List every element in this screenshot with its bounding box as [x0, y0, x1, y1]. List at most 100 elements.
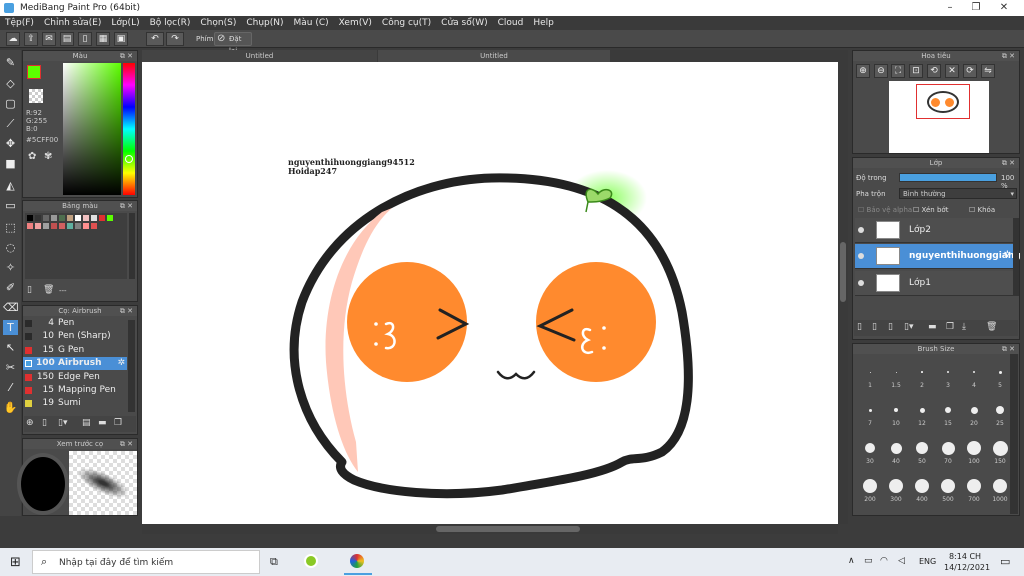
- palette-swatch[interactable]: [35, 215, 41, 221]
- opacity-slider[interactable]: [899, 173, 997, 182]
- palette-swatch[interactable]: [75, 215, 81, 221]
- brush-item[interactable]: 150 Edge Pen: [23, 371, 127, 384]
- zoom-in-icon[interactable]: ⊕: [856, 64, 870, 78]
- rotate-left-icon[interactable]: ⟲: [927, 64, 941, 78]
- notification-icon[interactable]: ▭: [1000, 555, 1010, 568]
- chat-icon[interactable]: ✉: [42, 32, 56, 46]
- tab-untitled-2[interactable]: Untitled: [378, 50, 610, 62]
- palette-swatch[interactable]: [43, 215, 49, 221]
- palette-swatch[interactable]: [67, 215, 73, 221]
- color-mix-icon[interactable]: ✾: [44, 151, 52, 162]
- navigator-thumbnail[interactable]: [889, 81, 989, 153]
- transparent-color-swatch[interactable]: [29, 89, 43, 103]
- brush-list-scrollbar[interactable]: [128, 320, 135, 412]
- bucket-tool-icon[interactable]: ◭: [3, 178, 18, 193]
- menu-file[interactable]: Tệp(F): [0, 16, 39, 30]
- windows-start-icon[interactable]: ⊞: [10, 555, 21, 570]
- flip-icon[interactable]: ⇋: [981, 64, 995, 78]
- divide-tool-icon[interactable]: ✂: [3, 360, 18, 375]
- canvas-horizontal-scrollbar[interactable]: [142, 524, 838, 534]
- layout-icon[interactable]: ▣: [114, 32, 128, 46]
- cloud-icon[interactable]: ☁: [6, 32, 20, 46]
- app-icon[interactable]: [304, 554, 318, 568]
- palette-icon[interactable]: ✿: [28, 151, 36, 162]
- panel-menu-icon[interactable]: ⧉ ✕: [120, 439, 133, 449]
- panel-menu-icon[interactable]: ⧉ ✕: [120, 51, 133, 61]
- palette-swatch[interactable]: [99, 215, 105, 221]
- brush-size-option[interactable]: 150: [988, 432, 1012, 468]
- brush-size-option[interactable]: 1.5: [884, 356, 908, 392]
- brush-size-option[interactable]: 4: [962, 356, 986, 392]
- operation-tool-icon[interactable]: ↖: [3, 340, 18, 355]
- hand-tool-icon[interactable]: ✋: [3, 400, 18, 415]
- duplicate-layer-icon[interactable]: ❐: [946, 322, 954, 332]
- brush-size-option[interactable]: 50: [910, 432, 934, 468]
- brush-size-option[interactable]: 25: [988, 394, 1012, 430]
- lasso-tool-icon[interactable]: ◌: [3, 240, 18, 255]
- palette-swatch[interactable]: [35, 223, 41, 229]
- blend-mode-select[interactable]: Bình thường ▾: [899, 188, 1017, 199]
- panel-menu-icon[interactable]: ⧉ ✕: [120, 306, 133, 316]
- brush-size-option[interactable]: 400: [910, 470, 934, 506]
- magic-wand-tool-icon[interactable]: ✧: [3, 260, 18, 275]
- brush-item[interactable]: 15 Mapping Pen: [23, 384, 127, 397]
- protect-alpha-checkbox[interactable]: ☐ Bảo vệ alpha: [858, 206, 912, 214]
- zoom-out-icon[interactable]: ⊖: [874, 64, 888, 78]
- brush-size-option[interactable]: 40: [884, 432, 908, 468]
- layer-list-scrollbar[interactable]: [1013, 218, 1019, 296]
- layer-item[interactable]: Lớp1: [855, 271, 1013, 296]
- actual-size-icon[interactable]: ⊡: [909, 64, 923, 78]
- brush-size-option[interactable]: 1000: [988, 470, 1012, 506]
- select-eraser-tool-icon[interactable]: ⌫: [3, 300, 19, 315]
- brush-size-option[interactable]: 3: [936, 356, 960, 392]
- palette-swatch[interactable]: [83, 215, 89, 221]
- panel-menu-icon[interactable]: ⧉ ✕: [120, 201, 133, 211]
- palette-swatch[interactable]: [59, 215, 65, 221]
- reset-button[interactable]: ⊘ Đặt lại: [214, 32, 252, 55]
- new-layer-1bit-icon[interactable]: ▯: [888, 322, 893, 332]
- select-pen-tool-icon[interactable]: ✐: [3, 280, 18, 295]
- palette-swatch[interactable]: [83, 223, 89, 229]
- palette-swatch[interactable]: [51, 223, 57, 229]
- dot-tool-icon[interactable]: ▢: [3, 96, 18, 111]
- brush-item[interactable]: 10 Pen (Sharp): [23, 330, 127, 343]
- eraser-tool-icon[interactable]: ◇: [3, 76, 18, 91]
- brush-size-option[interactable]: 200: [858, 470, 882, 506]
- fill-rect-tool-icon[interactable]: ■: [3, 156, 18, 171]
- foreground-color-swatch[interactable]: [27, 65, 41, 79]
- palette-swatch[interactable]: [91, 215, 97, 221]
- brush-size-option[interactable]: 2: [910, 356, 934, 392]
- maximize-icon[interactable]: ❐: [970, 2, 982, 14]
- move-tool-icon[interactable]: ✥: [3, 136, 18, 151]
- palette-swatch[interactable]: [107, 215, 113, 221]
- merge-down-icon[interactable]: ⤓: [962, 322, 966, 332]
- redo-icon[interactable]: ↷: [166, 32, 184, 46]
- folder-icon[interactable]: ▬: [98, 418, 107, 428]
- new-page-icon[interactable]: ▯: [42, 418, 47, 428]
- visibility-icon[interactable]: [858, 227, 864, 233]
- volume-icon[interactable]: ◁: [898, 556, 905, 566]
- brush-size-option[interactable]: 70: [936, 432, 960, 468]
- panel-menu-icon[interactable]: ⧉ ✕: [1002, 158, 1015, 168]
- drawing-canvas[interactable]: nguyenthihuonggiang94512 Hoidap247: [142, 62, 838, 524]
- eyedropper-tool-icon[interactable]: ⁄: [3, 380, 18, 395]
- brush-size-option[interactable]: 100: [962, 432, 986, 468]
- add-dropdown-icon[interactable]: ▯▾: [58, 418, 67, 428]
- palette-swatch[interactable]: [67, 223, 73, 229]
- brush-size-option[interactable]: 1: [858, 356, 882, 392]
- visibility-icon[interactable]: [858, 280, 864, 286]
- brush-item[interactable]: 4 Pen: [23, 317, 127, 330]
- menu-layer[interactable]: Lớp(L): [106, 16, 144, 30]
- menu-edit[interactable]: Chỉnh sửa(E): [39, 16, 106, 30]
- brush-item[interactable]: 19 Sumi: [23, 397, 127, 410]
- menu-snap[interactable]: Chụp(N): [241, 16, 288, 30]
- brush-size-option[interactable]: 20: [962, 394, 986, 430]
- network-icon[interactable]: ▭: [864, 556, 873, 566]
- palette-swatch[interactable]: [91, 223, 97, 229]
- menu-tools[interactable]: Công cụ(T): [377, 16, 436, 30]
- brush-size-option[interactable]: 300: [884, 470, 908, 506]
- reset-rotation-icon[interactable]: ✕: [945, 64, 959, 78]
- taskbar-search-box[interactable]: ⌕ Nhập tại đây để tìm kiếm: [32, 550, 260, 574]
- brush-size-option[interactable]: 15: [936, 394, 960, 430]
- chevron-up-icon[interactable]: ∧: [848, 556, 855, 566]
